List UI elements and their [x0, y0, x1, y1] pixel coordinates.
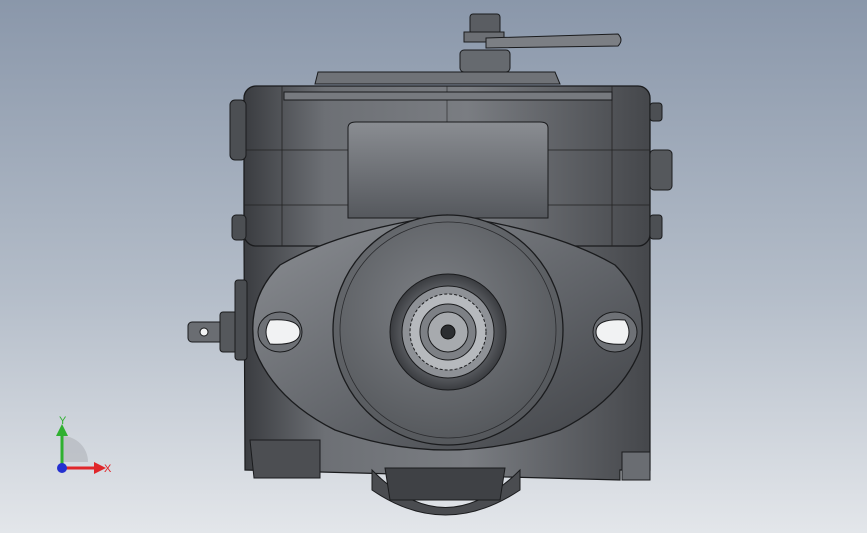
graphics-viewport[interactable]: Y X: [0, 0, 867, 533]
z-axis-dot: [57, 463, 67, 473]
axis-triad[interactable]: Y X: [40, 410, 130, 490]
left-fitting[interactable]: [187, 279, 248, 361]
pump-3d-model[interactable]: [0, 0, 867, 533]
y-axis-label: Y: [59, 415, 67, 427]
shaft-bearing[interactable]: [389, 273, 507, 391]
top-lever[interactable]: [459, 13, 622, 73]
bottom-bell[interactable]: [371, 467, 521, 516]
x-axis-label: X: [104, 463, 112, 475]
